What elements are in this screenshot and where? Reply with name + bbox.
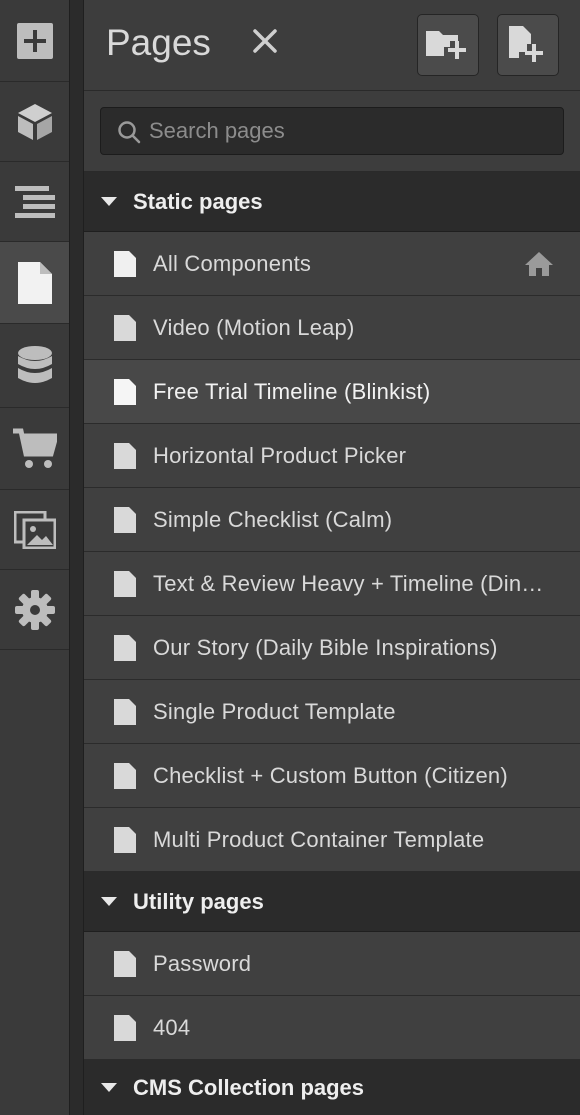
page-icon xyxy=(114,250,136,277)
pages-button[interactable] xyxy=(0,242,69,324)
section-utility-pages[interactable]: Utility pages xyxy=(84,872,580,932)
box-icon xyxy=(17,103,52,140)
section-label: Static pages xyxy=(133,188,263,214)
page-name: Multi Product Container Template xyxy=(153,826,485,852)
page-row-404[interactable]: 404 xyxy=(84,996,580,1060)
page-name: Checklist + Custom Button (Citizen) xyxy=(153,762,508,788)
page-row-video[interactable]: Video (Motion Leap) xyxy=(84,296,580,360)
page-plus-icon xyxy=(509,26,543,62)
pages-panel: Pages Search pages Static pages All Comp… xyxy=(83,0,580,1115)
page-icon xyxy=(114,698,136,725)
caret-down-icon xyxy=(101,197,117,206)
page-name: Our Story (Daily Bible Inspirations) xyxy=(153,634,498,660)
page-icon xyxy=(114,314,136,341)
new-page-button[interactable] xyxy=(497,14,559,76)
database-icon xyxy=(17,345,52,383)
settings-button[interactable] xyxy=(0,570,69,650)
page-name: Single Product Template xyxy=(153,698,396,724)
folder-plus-icon xyxy=(426,31,466,59)
section-cms-collection-pages[interactable]: CMS Collection pages xyxy=(84,1060,580,1115)
page-icon xyxy=(114,826,136,853)
search-input[interactable] xyxy=(149,108,549,154)
page-name: All Components xyxy=(153,250,312,276)
new-folder-button[interactable] xyxy=(417,14,479,76)
search-icon xyxy=(118,121,141,144)
panel-title: Pages xyxy=(106,22,211,63)
settings-icon xyxy=(14,589,55,630)
panel-divider xyxy=(70,0,83,1115)
page-row-horizontal-product-picker[interactable]: Horizontal Product Picker xyxy=(84,424,580,488)
page-row-multi-product-container[interactable]: Multi Product Container Template xyxy=(84,808,580,872)
section-label: Utility pages xyxy=(133,888,264,914)
components-button[interactable] xyxy=(0,82,69,162)
assets-icon xyxy=(13,510,56,549)
caret-down-icon xyxy=(101,1083,117,1092)
page-row-checklist-custom-button[interactable]: Checklist + Custom Button (Citizen) xyxy=(84,744,580,808)
assets-button[interactable] xyxy=(0,490,69,570)
left-toolbar xyxy=(0,0,70,1115)
cart-icon xyxy=(12,428,57,468)
page-icon xyxy=(114,570,136,597)
page-row-free-trial-timeline[interactable]: Free Trial Timeline (Blinkist) xyxy=(84,360,580,424)
close-icon[interactable] xyxy=(250,26,280,56)
page-row-our-story[interactable]: Our Story (Daily Bible Inspirations) xyxy=(84,616,580,680)
page-row-password[interactable]: Password xyxy=(84,932,580,996)
cms-button[interactable] xyxy=(0,324,69,408)
caret-down-icon xyxy=(101,897,117,906)
panel-header: Pages xyxy=(84,0,580,91)
home-icon xyxy=(525,252,553,276)
add-icon xyxy=(16,22,53,59)
page-name: Horizontal Product Picker xyxy=(153,442,407,468)
search-bar xyxy=(84,91,580,172)
page-icon xyxy=(114,762,136,789)
page-icon xyxy=(114,1014,136,1041)
page-name: Text & Review Heavy + Timeline (Dinkles) xyxy=(153,570,548,596)
page-icon xyxy=(114,378,136,405)
page-icon xyxy=(114,950,136,977)
page-name: 404 xyxy=(153,1014,191,1040)
section-label: CMS Collection pages xyxy=(133,1074,365,1100)
navigator-button[interactable] xyxy=(0,162,69,242)
page-name: Free Trial Timeline (Blinkist) xyxy=(153,378,431,404)
ecommerce-button[interactable] xyxy=(0,408,69,490)
page-name: Video (Motion Leap) xyxy=(153,314,355,340)
page-icon xyxy=(114,634,136,661)
page-row-all-components[interactable]: All Components xyxy=(84,232,580,296)
page-icon xyxy=(114,442,136,469)
navigator-icon xyxy=(14,185,55,218)
pages-icon xyxy=(17,261,52,304)
page-name: Simple Checklist (Calm) xyxy=(153,506,393,532)
page-name: Password xyxy=(153,950,252,976)
page-row-text-review-heavy[interactable]: Text & Review Heavy + Timeline (Dinkles) xyxy=(84,552,580,616)
add-panel-button[interactable] xyxy=(0,0,69,82)
page-icon xyxy=(114,506,136,533)
search-box[interactable] xyxy=(100,107,564,155)
page-row-single-product-template[interactable]: Single Product Template xyxy=(84,680,580,744)
section-static-pages[interactable]: Static pages xyxy=(84,172,580,232)
page-row-simple-checklist[interactable]: Simple Checklist (Calm) xyxy=(84,488,580,552)
